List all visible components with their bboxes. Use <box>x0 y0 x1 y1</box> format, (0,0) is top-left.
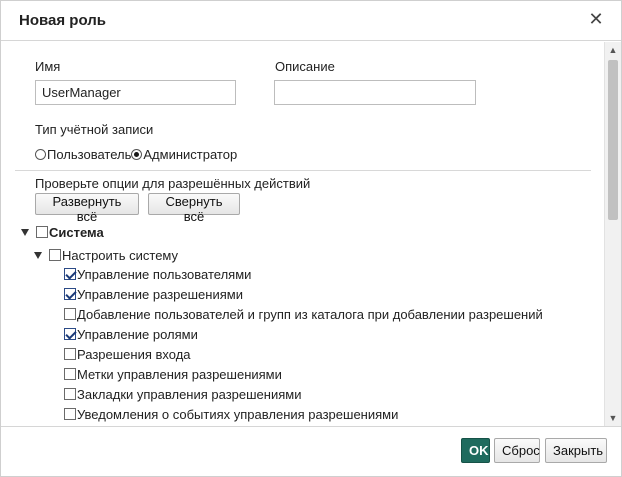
expand-triangle-icon[interactable] <box>34 251 42 259</box>
expand-all-button[interactable]: Развернуть всё <box>35 193 139 224</box>
description-field[interactable] <box>274 80 476 105</box>
tree-item-label: Уведомления о событиях управления разреш… <box>77 406 399 422</box>
checkbox[interactable] <box>64 328 76 340</box>
tree-item: Разрешения входа <box>64 345 191 363</box>
scroll-down-icon[interactable]: ▼ <box>605 410 621 426</box>
dialog-body: Имя Описание Тип учётной записи Пользова… <box>1 42 621 426</box>
checkbox[interactable] <box>64 368 76 380</box>
dialog-header: Новая роль ✕ <box>1 1 621 41</box>
tree-item-label: Управление ролями <box>77 326 198 342</box>
dialog-title: Новая роль <box>19 12 106 29</box>
checkbox[interactable] <box>64 268 76 280</box>
account-type-group: Пользователь Администратор <box>35 147 237 162</box>
checkbox-system[interactable] <box>36 226 48 238</box>
name-field[interactable] <box>35 80 236 105</box>
tree-item-label: Управление пользователями <box>77 266 252 282</box>
tree-group-label: Настроить систему <box>62 247 179 263</box>
tree-item-label: Метки управления разрешениями <box>77 366 282 382</box>
tree-item-label: Управление разрешениями <box>77 286 243 302</box>
checkbox[interactable] <box>64 308 76 320</box>
tree-item: Добавление пользователей и групп из ката… <box>64 305 543 323</box>
vertical-scrollbar[interactable]: ▲ ▼ <box>604 42 621 426</box>
account-type-label: Тип учётной записи <box>35 122 154 137</box>
scroll-up-icon[interactable]: ▲ <box>605 42 621 58</box>
tree-item: Управление ролями <box>64 325 198 343</box>
collapse-all-button[interactable]: Свернуть всё <box>148 193 240 224</box>
tree-root-system: Система <box>21 223 104 241</box>
permissions-hint: Проверьте опции для разрешённых действий <box>35 176 311 191</box>
tree-item: Управление пользователями <box>64 265 251 283</box>
ok-button[interactable]: OK <box>461 438 490 463</box>
tree-item: Управление разрешениями <box>64 285 243 303</box>
checkbox[interactable] <box>64 408 76 420</box>
scrollbar-thumb[interactable] <box>608 60 618 220</box>
checkbox-configure-system[interactable] <box>49 249 61 261</box>
name-label: Имя <box>35 59 61 74</box>
dialog-footer: OK Сброс Закрыть <box>1 426 621 476</box>
reset-button[interactable]: Сброс <box>494 438 540 463</box>
tree-item-label: Добавление пользователей и групп из ката… <box>77 306 543 322</box>
tree-item: Закладки управления разрешениями <box>64 385 301 403</box>
checkbox[interactable] <box>64 288 76 300</box>
radio-admin[interactable] <box>131 149 143 160</box>
tree-root-label: Система <box>49 224 104 240</box>
divider <box>15 170 591 171</box>
description-label: Описание <box>275 59 335 74</box>
radio-admin-label[interactable]: Администратор <box>143 147 237 162</box>
close-icon[interactable]: ✕ <box>585 8 607 30</box>
tree-item: Метки управления разрешениями <box>64 365 282 383</box>
tree-group-configure: Настроить систему <box>34 246 178 264</box>
checkbox[interactable] <box>64 348 76 360</box>
expand-triangle-icon[interactable] <box>21 228 29 236</box>
new-role-dialog: Новая роль ✕ Имя Описание Тип учётной за… <box>0 0 622 477</box>
tree-item: Уведомления о событиях управления разреш… <box>64 405 398 423</box>
radio-user[interactable] <box>35 149 46 160</box>
close-button[interactable]: Закрыть <box>545 438 607 463</box>
radio-user-label[interactable]: Пользователь <box>47 147 131 162</box>
tree-item-label: Закладки управления разрешениями <box>77 386 302 402</box>
tree-item-label: Разрешения входа <box>77 346 191 362</box>
checkbox[interactable] <box>64 388 76 400</box>
